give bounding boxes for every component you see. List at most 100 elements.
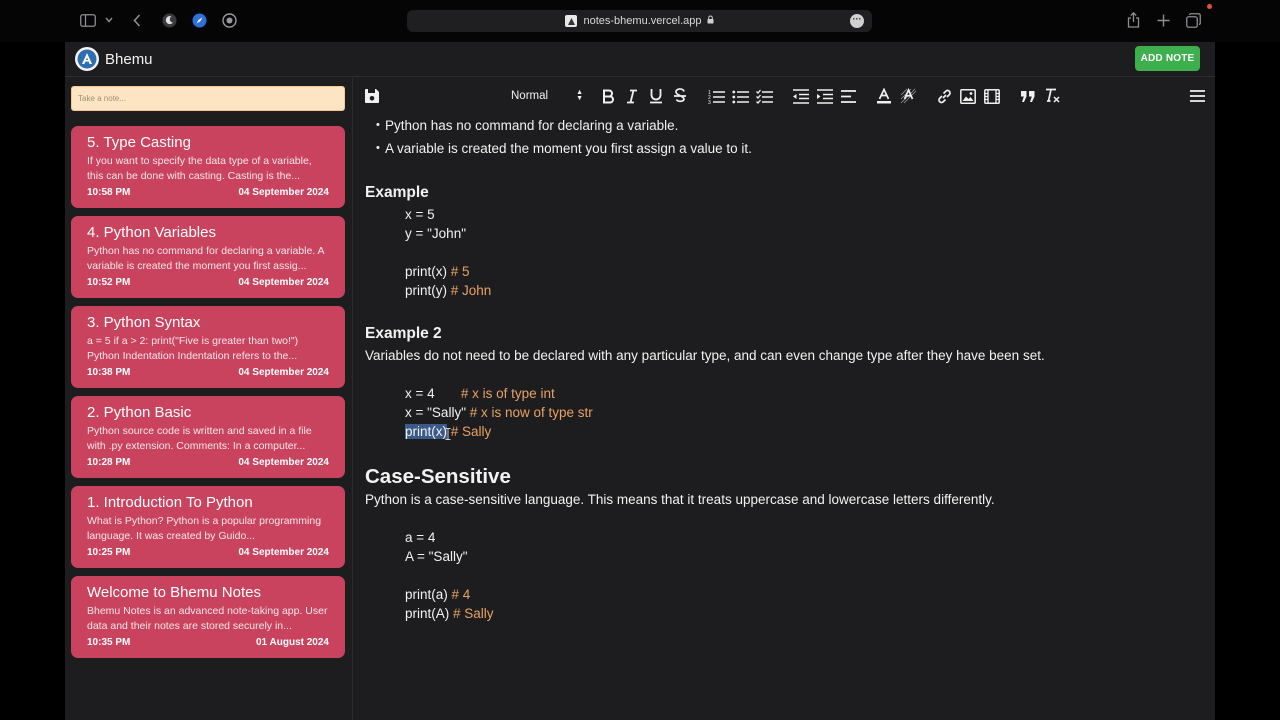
bold-icon[interactable] xyxy=(598,87,618,105)
back-icon[interactable] xyxy=(131,12,143,28)
note-preview: Python has no command for declaring a va… xyxy=(87,245,324,272)
svg-text:3: 3 xyxy=(708,100,711,104)
note-title: 4. Python Variables xyxy=(87,224,216,241)
code-text: print(A) xyxy=(405,606,454,621)
italic-icon[interactable] xyxy=(622,87,642,105)
paragraph: Variables do not need to be declared wit… xyxy=(365,348,1045,363)
link-icon[interactable] xyxy=(934,87,954,105)
background-color-icon[interactable] xyxy=(898,87,918,105)
code-text: print(y) xyxy=(405,283,451,298)
note-title: Welcome to Bhemu Notes xyxy=(87,584,261,601)
url-text: notes-bhemu.vercel.app xyxy=(583,15,702,27)
app-header: Bhemu ADD NOTE xyxy=(65,42,1215,77)
note-time: 10:58 PM xyxy=(87,187,131,198)
underline-icon[interactable] xyxy=(646,87,666,105)
share-icon[interactable] xyxy=(1125,11,1141,29)
code-line: x = "Sally" # x is now of type str xyxy=(405,405,593,420)
note-preview: a = 5 if a > 2: print("Five is greater t… xyxy=(87,335,299,362)
note-card[interactable]: 3. Python Syntax a = 5 if a > 2: print("… xyxy=(71,306,345,388)
blockquote-icon[interactable] xyxy=(1018,87,1038,105)
brand[interactable]: Bhemu xyxy=(75,47,153,71)
strikethrough-icon[interactable] xyxy=(670,87,690,105)
sidebar-toggle-icon[interactable] xyxy=(80,12,96,28)
example-heading: Example xyxy=(365,184,429,201)
code-line: print(y) # John xyxy=(405,283,491,298)
page-menu-icon[interactable]: ··· xyxy=(850,14,864,28)
code-text: print(a) xyxy=(405,587,452,602)
text-color-icon[interactable] xyxy=(874,87,894,105)
align-left-icon[interactable] xyxy=(838,87,858,105)
note-card[interactable]: 5. Type Casting If you want to specify t… xyxy=(71,126,345,208)
note-card[interactable]: Welcome to Bhemu Notes Bhemu Notes is an… xyxy=(71,576,345,658)
new-tab-icon[interactable] xyxy=(1155,12,1171,28)
site-favicon-icon xyxy=(565,15,578,27)
app-name: Bhemu xyxy=(105,50,153,68)
bhemu-logo-icon xyxy=(75,47,99,71)
note-card[interactable]: 2. Python Basic Python source code is wr… xyxy=(71,396,345,478)
checklist-icon[interactable] xyxy=(754,87,774,105)
code-comment: # Sally xyxy=(450,424,492,439)
moon-extension-icon[interactable] xyxy=(161,12,177,28)
image-icon[interactable] xyxy=(958,87,978,105)
note-date: 04 September 2024 xyxy=(238,367,329,378)
code-line: x = 5 xyxy=(405,207,435,222)
add-note-button[interactable]: ADD NOTE xyxy=(1135,46,1200,71)
outdent-icon[interactable] xyxy=(790,87,810,105)
note-card[interactable]: 1. Introduction To Python What is Python… xyxy=(71,486,345,568)
notes-sidebar: 5. Type Casting If you want to specify t… xyxy=(65,78,353,720)
chevron-down-icon[interactable] xyxy=(104,14,114,26)
code-line: A = "Sally" xyxy=(405,549,468,564)
note-time: 10:25 PM xyxy=(87,547,131,558)
app-window: Bhemu ADD NOTE 5. Type Casting If you wa… xyxy=(65,42,1215,720)
note-card[interactable]: 4. Python Variables Python has no comman… xyxy=(71,216,345,298)
note-time: 10:28 PM xyxy=(87,457,131,468)
note-preview: Bhemu Notes is an advanced note-taking a… xyxy=(87,605,328,632)
code-comment: # 5 xyxy=(450,264,470,279)
note-date: 04 September 2024 xyxy=(238,457,329,468)
note-title: 1. Introduction To Python xyxy=(87,494,253,511)
code-line: y = "John" xyxy=(405,226,466,241)
note-title: 3. Python Syntax xyxy=(87,314,201,331)
code-comment: # x is of type int xyxy=(460,386,555,401)
tab-overview-icon[interactable] xyxy=(1185,12,1201,28)
browser-toolbar: notes-bhemu.vercel.app ··· xyxy=(0,0,1280,42)
note-date: 04 September 2024 xyxy=(238,277,329,288)
address-bar[interactable]: notes-bhemu.vercel.app ··· xyxy=(407,10,872,32)
note-date: 01 August 2024 xyxy=(256,637,329,648)
note-time: 10:52 PM xyxy=(87,277,131,288)
target-extension-icon[interactable] xyxy=(221,12,237,28)
text-format-select[interactable]: Normal ▲ ▼ xyxy=(511,88,583,104)
example2-heading: Example 2 xyxy=(365,325,442,342)
compass-extension-icon[interactable] xyxy=(191,12,207,28)
ordered-list-icon[interactable]: 123 xyxy=(706,87,726,105)
code-comment: # x is now of type str xyxy=(469,405,593,420)
note-preview: Python source code is written and saved … xyxy=(87,425,312,452)
select-arrows-icon: ▲ ▼ xyxy=(576,89,583,102)
hamburger-menu-icon[interactable] xyxy=(1187,87,1207,105)
code-comment: # Sally xyxy=(453,606,494,621)
code-text: x = "Sally" xyxy=(405,405,470,420)
take-note-input[interactable] xyxy=(71,86,345,111)
case-sensitive-heading: Case-Sensitive xyxy=(365,465,511,488)
editor-toolbar: Normal ▲ ▼ 123 xyxy=(353,78,1215,114)
note-preview: What is Python? Python is a popular prog… xyxy=(87,515,322,542)
clear-formatting-icon[interactable] xyxy=(1042,87,1062,105)
bullet-list-icon[interactable] xyxy=(730,87,750,105)
code-line: print(A) # Sally xyxy=(405,606,494,621)
paragraph: Python is a case-sensitive language. Thi… xyxy=(365,492,995,507)
note-time: 10:38 PM xyxy=(87,367,131,378)
code-line: x = 4 # x is of type int xyxy=(405,386,555,401)
video-icon[interactable] xyxy=(982,87,1002,105)
code-line: a = 4 xyxy=(405,530,436,545)
save-icon[interactable] xyxy=(362,87,382,105)
indent-icon[interactable] xyxy=(814,87,834,105)
code-comment: # John xyxy=(450,283,492,298)
code-line: print(x) # 5 xyxy=(405,264,470,279)
note-title: 2. Python Basic xyxy=(87,404,192,421)
note-date: 04 September 2024 xyxy=(238,547,329,558)
note-title: 5. Type Casting xyxy=(87,134,191,151)
code-text: print(x) xyxy=(405,264,451,279)
note-time: 10:35 PM xyxy=(87,637,131,648)
note-preview: If you want to specify the data type of … xyxy=(87,155,312,182)
code-line: print(a) # 4 xyxy=(405,587,470,602)
